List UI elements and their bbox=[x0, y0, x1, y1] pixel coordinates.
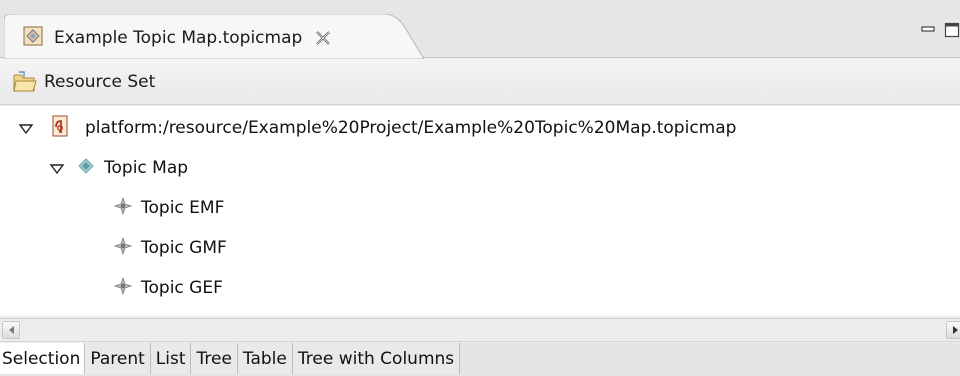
horizontal-scrollbar[interactable] bbox=[0, 318, 960, 342]
scroll-right-button[interactable] bbox=[946, 321, 960, 339]
resource-tree: platform:/resource/Example%20Project/Exa… bbox=[0, 106, 960, 316]
topic-label: Topic GEF bbox=[141, 278, 223, 298]
maximize-icon[interactable] bbox=[944, 22, 960, 38]
expanded-triangle-icon[interactable] bbox=[49, 161, 65, 175]
expanded-triangle-icon[interactable] bbox=[18, 121, 34, 135]
resource-set-header: Resource Set bbox=[0, 59, 960, 105]
topic-label: Topic EMF bbox=[141, 198, 225, 218]
arrow-left-icon bbox=[8, 326, 14, 334]
tree-row-topic[interactable]: Topic GMF bbox=[113, 228, 227, 268]
editor-tab[interactable]: Example Topic Map.topicmap bbox=[4, 14, 424, 59]
page-tabs: Selection Parent List Tree Table Tree wi… bbox=[0, 343, 960, 376]
editor-tab-title: Example Topic Map.topicmap bbox=[54, 28, 303, 48]
tab-selection[interactable]: Selection bbox=[0, 343, 86, 374]
scroll-left-button[interactable] bbox=[2, 321, 20, 339]
resource-uri-label: platform:/resource/Example%20Project/Exa… bbox=[85, 118, 737, 138]
resource-set-title: Resource Set bbox=[44, 71, 156, 92]
tab-tree-with-columns[interactable]: Tree with Columns bbox=[292, 343, 461, 374]
topic-map-icon bbox=[78, 157, 94, 179]
topic-icon bbox=[113, 196, 133, 220]
arrow-right-icon bbox=[952, 326, 958, 334]
tree-row-resource[interactable]: platform:/resource/Example%20Project/Exa… bbox=[18, 108, 736, 148]
topic-label: Topic GMF bbox=[141, 238, 227, 258]
tab-tree[interactable]: Tree bbox=[191, 343, 238, 374]
minimize-icon[interactable] bbox=[920, 22, 936, 38]
folder-icon bbox=[12, 70, 38, 94]
tab-table[interactable]: Table bbox=[237, 343, 293, 374]
view-controls bbox=[920, 22, 960, 38]
tree-row-topic-map[interactable]: Topic Map bbox=[49, 148, 188, 188]
editor-tab-strip: Example Topic Map.topicmap bbox=[0, 0, 960, 59]
close-icon[interactable] bbox=[314, 29, 332, 47]
topicmap-file-icon bbox=[22, 25, 44, 52]
topic-map-label: Topic Map bbox=[104, 158, 189, 178]
topic-icon bbox=[113, 276, 133, 300]
tab-parent[interactable]: Parent bbox=[85, 343, 151, 374]
resource-file-icon bbox=[51, 115, 69, 142]
tree-row-topic[interactable]: Topic EMF bbox=[113, 188, 225, 228]
topic-icon bbox=[113, 236, 133, 260]
tab-list[interactable]: List bbox=[150, 343, 192, 374]
tree-row-topic[interactable]: Topic GEF bbox=[113, 268, 223, 308]
editor-window: Example Topic Map.topicmap Resource Set … bbox=[0, 0, 960, 376]
